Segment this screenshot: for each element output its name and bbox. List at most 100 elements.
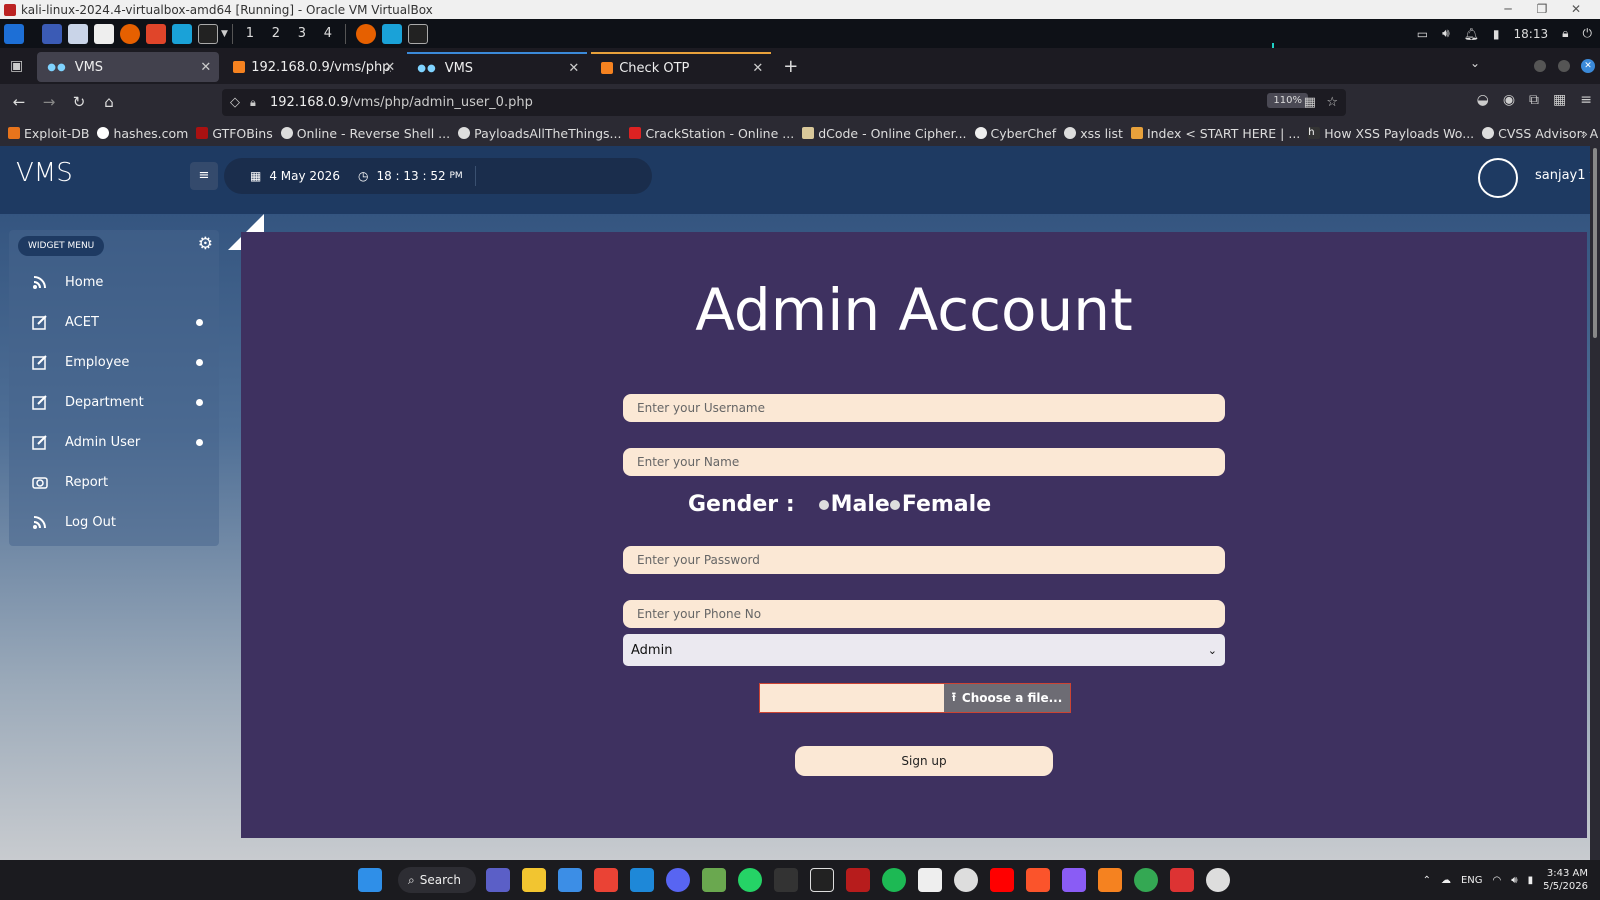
files-icon[interactable] — [68, 23, 88, 44]
workspace-4[interactable]: 4 — [315, 26, 341, 41]
choose-file-button[interactable]: ⭱ Choose a file... — [944, 684, 1070, 712]
signup-button[interactable]: Sign up — [795, 746, 1053, 776]
workspace-1[interactable]: 1 — [237, 26, 263, 41]
avatar[interactable] — [1478, 158, 1518, 198]
burp-icon[interactable] — [172, 23, 192, 44]
lock-icon[interactable]: 🔒︎ — [250, 96, 256, 110]
shield-icon[interactable]: ◇ — [230, 95, 240, 110]
teams-icon[interactable] — [486, 868, 510, 892]
more-bookmarks-icon[interactable]: » — [1580, 126, 1588, 141]
workspace-2[interactable]: 2 — [263, 26, 289, 41]
extensions-icon[interactable]: ⧉ — [1529, 92, 1539, 108]
whatsapp-icon[interactable] — [738, 868, 762, 892]
close-tab-icon[interactable]: ✕ — [752, 61, 763, 76]
name-input[interactable]: Enter your Name — [623, 448, 1225, 476]
url-bar[interactable]: ◇ 🔒︎ 192.168.0.9/vms/php/admin_user_0.ph… — [222, 89, 1346, 116]
spotify-icon[interactable] — [882, 868, 906, 892]
tab-check-otp[interactable]: Check OTP ✕ — [591, 52, 772, 82]
bookmark-item[interactable]: PayloadsAllTheThings... — [458, 126, 621, 141]
male-radio[interactable] — [818, 499, 829, 510]
discord-icon[interactable] — [666, 868, 690, 892]
back-icon[interactable]: ← — [4, 93, 34, 111]
page-scrollbar[interactable] — [1590, 146, 1600, 860]
power-icon[interactable]: ⏻ — [1583, 26, 1593, 41]
forward-icon[interactable]: → — [34, 93, 64, 111]
kali-menu-icon[interactable] — [4, 23, 24, 44]
sidebar-item-employee[interactable]: Employee — [9, 342, 219, 382]
app-logo[interactable]: VMS — [16, 158, 73, 188]
anthropic-icon[interactable] — [918, 868, 942, 892]
chevron-down-icon[interactable]: ▼ — [221, 29, 228, 39]
firefox-task-icon[interactable] — [355, 23, 376, 44]
pocket-icon[interactable]: ◒ — [1477, 92, 1489, 108]
sidebar-item-acet[interactable]: ACET — [9, 302, 219, 342]
store-icon[interactable] — [558, 868, 582, 892]
sidebar-item-logout[interactable]: Log Out — [9, 502, 219, 542]
bookmark-item[interactable]: xss list — [1064, 126, 1123, 141]
menu-icon[interactable]: ≡ — [1580, 92, 1592, 108]
bell-icon[interactable]: 🔔︎ — [1464, 27, 1479, 41]
password-input[interactable]: Enter your Password — [623, 546, 1225, 574]
gear-icon[interactable]: ⚙ — [198, 234, 213, 254]
phone-input[interactable]: Enter your Phone No — [623, 600, 1225, 628]
chatgpt-icon[interactable] — [1206, 868, 1230, 892]
sidebar-item-admin-user[interactable]: Admin User — [9, 422, 219, 462]
tab-overview-icon[interactable]: ▣ — [10, 58, 23, 74]
xampp-icon[interactable] — [1098, 868, 1122, 892]
bookmark-item[interactable]: Exploit-DB — [8, 126, 89, 141]
cloud-icon[interactable]: ☁ — [1441, 875, 1451, 886]
vscode-icon[interactable] — [630, 868, 654, 892]
desktop-icon[interactable] — [42, 23, 62, 44]
terminal-icon[interactable] — [774, 868, 798, 892]
username-input[interactable]: Enter your Username — [623, 394, 1225, 422]
sidebar-item-report[interactable]: Report — [9, 462, 219, 502]
close-icon[interactable]: ✕ — [1556, 0, 1596, 19]
hamburger-menu-icon[interactable]: ≡ — [190, 162, 218, 190]
volume-icon[interactable]: 🔊︎ — [1442, 26, 1450, 41]
tab-list-chevron-icon[interactable]: ⌄ — [1470, 56, 1480, 70]
female-radio[interactable] — [889, 499, 900, 510]
reload-icon[interactable]: ↻ — [64, 93, 94, 111]
window-close-icon[interactable]: ✕ — [1581, 59, 1595, 73]
game-icon[interactable] — [702, 868, 726, 892]
firefox-icon[interactable] — [120, 23, 140, 44]
bookmark-item[interactable]: Index < START HERE | ... — [1130, 126, 1300, 141]
gmail-icon[interactable] — [594, 868, 618, 892]
workspace-3[interactable]: 3 — [289, 26, 315, 41]
brave-icon[interactable] — [1026, 868, 1050, 892]
zoom-badge[interactable]: 110% — [1267, 93, 1308, 108]
sidebar-item-home[interactable]: Home — [9, 262, 219, 302]
tab-vms-1[interactable]: ●● VMS ✕ — [37, 52, 220, 82]
notion-icon[interactable] — [810, 868, 834, 892]
home-icon[interactable]: ⌂ — [94, 93, 124, 111]
bookmark-item[interactable]: h How XSS Payloads Wo... — [1308, 126, 1474, 141]
new-tab-icon[interactable]: + — [783, 56, 798, 77]
account-icon[interactable]: ◉ — [1503, 92, 1515, 108]
brave-icon[interactable] — [146, 23, 166, 44]
role-select[interactable]: Admin ⌄ — [623, 634, 1225, 666]
star-icon[interactable]: ☆ — [1326, 95, 1338, 110]
file-explorer-icon[interactable] — [522, 868, 546, 892]
close-tab-icon[interactable]: ✕ — [200, 60, 211, 75]
tab-folder[interactable]: 192.168.0.9/vms/php/fold ✕ — [223, 52, 403, 82]
hackerrank-icon[interactable] — [846, 868, 870, 892]
taskbar-search[interactable]: ⌕ Search — [398, 867, 476, 893]
user-menu[interactable]: sanjay1 ▾ — [1535, 168, 1596, 183]
screen-icon[interactable]: ▭ — [1417, 27, 1428, 41]
youtube-icon[interactable] — [990, 868, 1014, 892]
lock-icon[interactable]: 🔒︎ — [1562, 26, 1568, 41]
wifi-icon[interactable]: ◠ — [1493, 875, 1502, 886]
qr-icon[interactable]: ▦ — [1304, 95, 1316, 110]
chrome-icon[interactable] — [1134, 868, 1158, 892]
bookmark-item[interactable]: hashes.com — [97, 126, 188, 141]
bookmark-item[interactable]: dCode - Online Cipher... — [802, 126, 967, 141]
bookmark-item[interactable]: GTFOBins — [196, 126, 273, 141]
file-upload[interactable]: ⭱ Choose a file... — [759, 683, 1071, 713]
close-tab-icon[interactable]: ✕ — [384, 60, 395, 75]
terminal-task-icon[interactable] — [407, 23, 428, 44]
app-icon[interactable] — [1062, 868, 1086, 892]
bookmark-item[interactable]: CyberChef — [974, 126, 1056, 141]
github-icon[interactable] — [954, 868, 978, 892]
terminal-icon[interactable] — [198, 23, 218, 44]
battery-icon[interactable]: ▮ — [1528, 875, 1534, 886]
